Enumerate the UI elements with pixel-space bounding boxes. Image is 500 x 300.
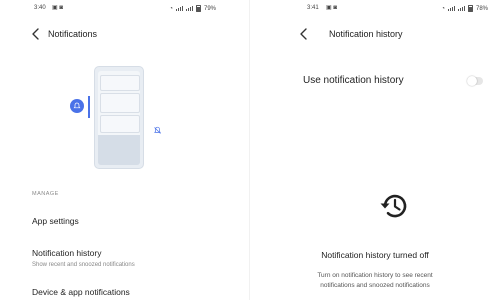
use-notification-history-row[interactable]: Use notification history (303, 74, 493, 88)
empty-desc-line-1: Turn on notification history to see rece… (317, 272, 433, 279)
page-title: Notification history (329, 29, 403, 39)
signal-icon (447, 6, 455, 11)
app-bar: Notification history (250, 24, 500, 44)
battery-percent: 79% (203, 5, 216, 12)
battery-icon (195, 5, 201, 12)
notification-history-subtitle: Show recent and snoozed notifications (32, 262, 135, 268)
status-app-icons: ▣ ◙ (52, 5, 63, 11)
mute-bell-icon (154, 126, 161, 134)
signal-icon-2 (185, 6, 193, 11)
status-right: ◔ 78% (441, 5, 488, 12)
notification-history-item[interactable]: Notification history (32, 248, 101, 258)
app-bar: Notifications (0, 24, 250, 44)
back-arrow-icon[interactable] (298, 27, 310, 41)
notifications-screen: 3:40 ▣ ◙ ◔ 79% Notifications MANAGE App … (0, 0, 250, 300)
phone-illustration (94, 66, 144, 169)
status-time: 3:40 (34, 5, 46, 11)
notification-history-screen: 3:41 ▣ ◙ ◔ 78% Notification history Use … (250, 0, 500, 300)
alarm-icon: ◔ (441, 5, 445, 12)
status-right: ◔ 79% (169, 5, 216, 12)
notification-history-toggle[interactable] (467, 76, 483, 86)
status-app-icons: ▣ ◙ (326, 5, 337, 11)
page-title: Notifications (48, 29, 98, 39)
back-arrow-icon[interactable] (30, 27, 42, 41)
device-app-notifications-item[interactable]: Device & app notifications (32, 287, 130, 297)
battery-icon (467, 5, 473, 12)
status-bar: 3:41 ▣ ◙ ◔ 78% (250, 0, 500, 16)
notifications-illustration (70, 63, 170, 173)
toggle-knob (467, 76, 477, 86)
section-header-manage: MANAGE (32, 191, 59, 197)
app-settings-item[interactable]: App settings (32, 216, 79, 226)
toggle-label: Use notification history (303, 75, 404, 86)
history-icon (380, 194, 407, 218)
status-time: 3:41 (307, 5, 319, 11)
empty-state-title: Notification history turned off (321, 250, 429, 260)
signal-icon (175, 6, 183, 11)
alarm-icon: ◔ (169, 5, 173, 12)
bell-icon (70, 99, 84, 113)
status-bar: 3:40 ▣ ◙ ◔ 79% (0, 0, 250, 16)
battery-percent: 78% (475, 5, 488, 12)
empty-state-description: Turn on notification history to see rece… (250, 271, 500, 291)
empty-desc-line-2: notifications and snoozed notifications (320, 282, 430, 289)
signal-icon-2 (457, 6, 465, 11)
